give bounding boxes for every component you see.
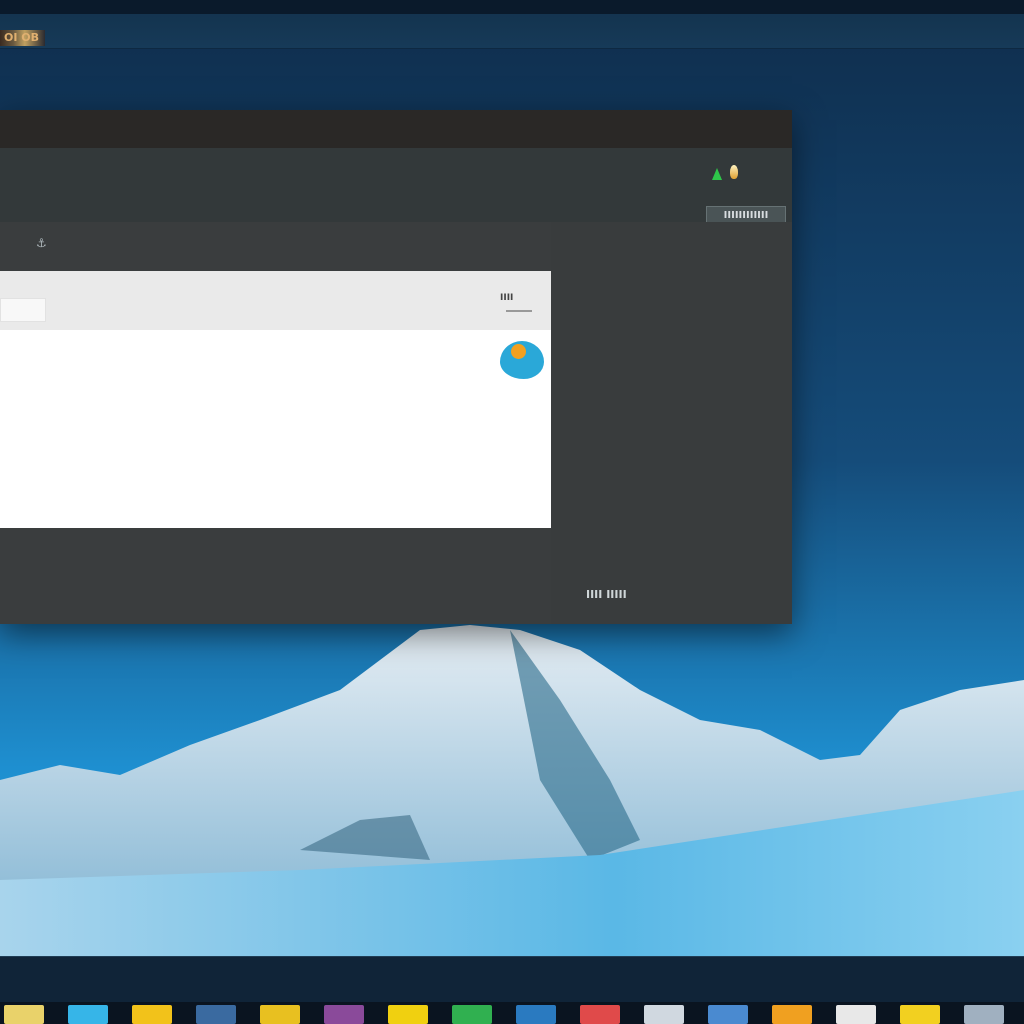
- flame-icon[interactable]: [730, 165, 738, 179]
- panel-header: IIII: [0, 271, 551, 330]
- window-titlebar[interactable]: [0, 110, 792, 148]
- taskbar-app-9-icon[interactable]: [516, 1005, 556, 1024]
- taskbar-app-10-icon[interactable]: [580, 1005, 620, 1024]
- taskbar-app-13-icon[interactable]: [772, 1005, 812, 1024]
- taskbar-app-7-icon[interactable]: [388, 1005, 428, 1024]
- taskbar-app-14-icon[interactable]: [836, 1005, 876, 1024]
- topbar-label[interactable]: OI OB: [0, 30, 46, 46]
- anchor-icon[interactable]: ⚓: [36, 236, 47, 250]
- taskbar-app-2-icon[interactable]: [68, 1005, 108, 1024]
- badge-underline: [506, 310, 532, 312]
- dock-bar: [0, 956, 1024, 1003]
- taskbar-app-3-icon[interactable]: [132, 1005, 172, 1024]
- taskbar-app-6-icon[interactable]: [324, 1005, 364, 1024]
- window-header: [0, 148, 792, 222]
- app-window: IIIIIIIIIIII ⚓ IIII IIII IIIII: [0, 110, 792, 624]
- taskbar: [0, 1002, 1024, 1024]
- taskbar-app-4-icon[interactable]: [196, 1005, 236, 1024]
- side-panel: [551, 222, 792, 624]
- panel-input-field[interactable]: [0, 298, 46, 322]
- footer-status-text: IIII IIIII: [586, 588, 627, 601]
- taskbar-app-12-icon[interactable]: [708, 1005, 748, 1024]
- taskbar-app-5-icon[interactable]: [260, 1005, 300, 1024]
- taskbar-app-11-icon[interactable]: [644, 1005, 684, 1024]
- taskbar-app-1-icon[interactable]: [4, 1005, 44, 1024]
- content-panel: IIII: [0, 271, 551, 528]
- top-bar: OI OB: [0, 0, 1024, 49]
- bubble-dot: [511, 344, 526, 359]
- taskbar-app-8-icon[interactable]: [452, 1005, 492, 1024]
- panel-badge[interactable]: IIII: [500, 292, 513, 304]
- taskbar-app-16-icon[interactable]: [964, 1005, 1004, 1024]
- taskbar-app-15-icon[interactable]: [900, 1005, 940, 1024]
